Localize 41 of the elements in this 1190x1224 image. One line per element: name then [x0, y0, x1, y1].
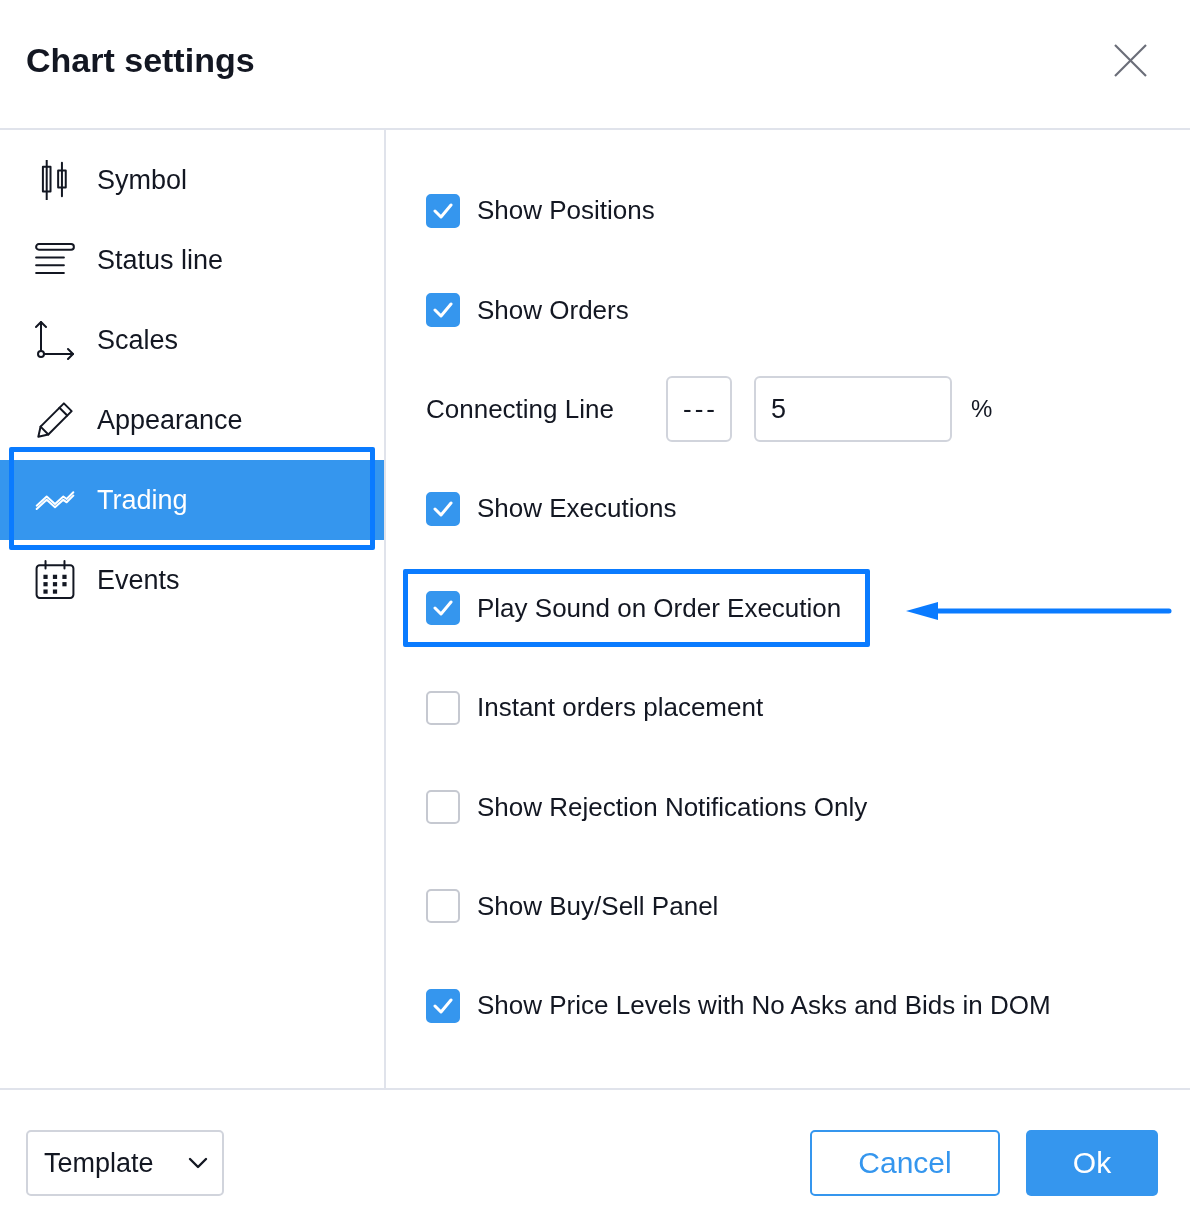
option-label: Instant orders placement: [477, 692, 764, 724]
template-dropdown[interactable]: Template: [26, 1130, 224, 1196]
line-style-button[interactable]: ---: [666, 376, 732, 443]
unit-label: %: [971, 395, 993, 424]
option-label: Play Sound on Order Execution: [477, 592, 842, 624]
checkbox[interactable]: [426, 790, 460, 825]
checkbox[interactable]: [426, 193, 460, 228]
checkbox[interactable]: [426, 988, 460, 1023]
sidebar-item[interactable]: Status line: [0, 220, 384, 300]
option-label: Show Buy/Sell Panel: [477, 890, 719, 922]
checkbox[interactable]: [426, 690, 460, 725]
chevron-down-icon: [188, 1157, 208, 1169]
calendar-icon: [35, 560, 75, 600]
sidebar-item[interactable]: Symbol: [0, 140, 384, 220]
checkbox[interactable]: [426, 889, 460, 924]
text-lines-icon: [35, 243, 75, 277]
dialog-title: Chart settings: [26, 40, 255, 80]
checkbox[interactable]: [426, 591, 460, 626]
close-button[interactable]: [1114, 43, 1147, 77]
check-icon: [433, 302, 453, 319]
checkbox[interactable]: [426, 293, 460, 328]
option-label: Show Executions: [477, 493, 677, 525]
pencil-icon: [35, 400, 75, 440]
option-label: Connecting Line: [426, 393, 615, 425]
option-label: Show Orders: [477, 294, 629, 326]
check-icon: [433, 500, 453, 517]
zigzag-icon: [35, 489, 75, 511]
axes-icon: [35, 320, 75, 360]
option-label: Show Rejection Notifications Only: [477, 791, 868, 823]
sidebar-item[interactable]: Appearance: [0, 380, 384, 460]
candlestick-icon: [40, 160, 70, 200]
percent-field[interactable]: 5: [754, 376, 952, 443]
check-icon: [433, 600, 453, 617]
close-icon: [1114, 43, 1147, 77]
checkbox[interactable]: [426, 491, 460, 526]
option-label: Show Positions: [477, 195, 655, 227]
sidebar-item[interactable]: Scales: [0, 300, 384, 380]
sidebar-item[interactable]: Events: [0, 540, 384, 620]
check-icon: [433, 997, 453, 1014]
check-icon: [433, 202, 453, 219]
option-label: Show Price Levels with No Asks and Bids in DOM: [477, 990, 1051, 1022]
